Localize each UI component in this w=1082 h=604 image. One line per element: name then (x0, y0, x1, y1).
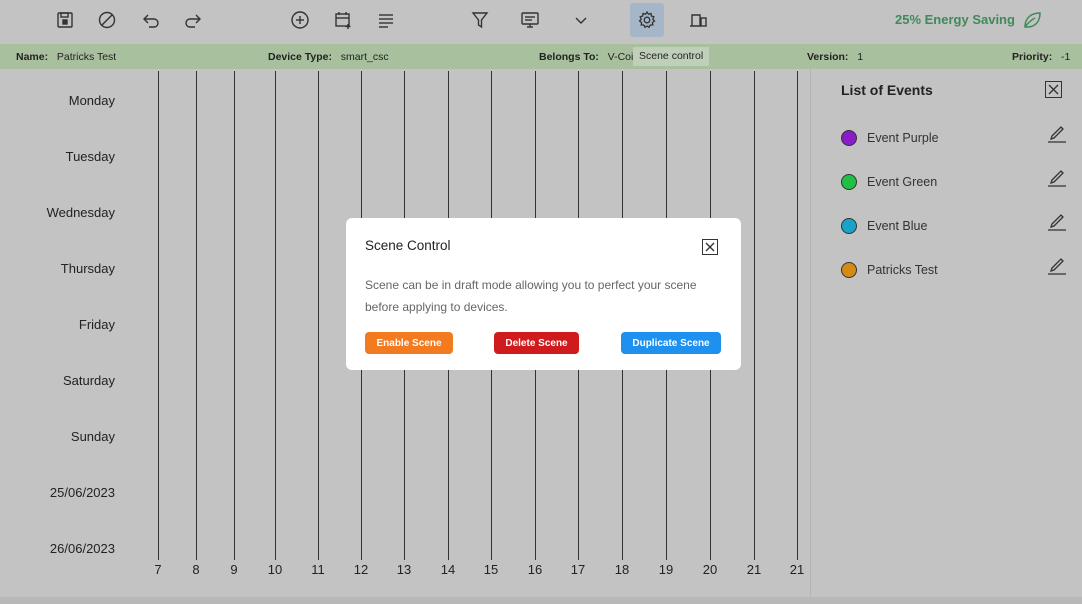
duplicate-scene-button[interactable]: Duplicate Scene (621, 332, 721, 354)
horizontal-scrollbar[interactable] (0, 597, 1082, 604)
edit-icon[interactable] (1046, 121, 1068, 143)
hour-line (797, 71, 798, 560)
event-item[interactable]: Event Green (841, 170, 1066, 192)
hour-label: 9 (230, 562, 238, 577)
day-label: Sunday (70, 429, 115, 444)
close-dialog-button[interactable] (702, 239, 718, 255)
filter-icon[interactable] (466, 6, 494, 34)
tooltip: Scene control (633, 47, 710, 66)
version-value: 1 (857, 51, 864, 63)
redo-icon[interactable] (179, 6, 207, 34)
hour-line (318, 71, 319, 560)
undo-icon[interactable] (137, 6, 165, 34)
event-color-dot (841, 130, 857, 146)
edit-icon[interactable] (1046, 165, 1068, 187)
day-label: 26/06/2023 (49, 541, 115, 556)
day-label: Wednesday (46, 205, 115, 220)
display-icon[interactable] (516, 6, 544, 34)
hour-label: 13 (396, 562, 412, 577)
priority-label: Priority: (1012, 51, 1053, 63)
hour-label: 12 (353, 562, 369, 577)
event-label: Patricks Test (867, 263, 938, 277)
chevron-down-icon[interactable] (567, 6, 595, 34)
hour-line (158, 71, 159, 560)
hour-label: 21 (789, 562, 805, 577)
hour-label: 21 (746, 562, 762, 577)
scene-info-bar: Name: Patricks Test Device Type: smart_c… (0, 44, 1082, 69)
dialog-description: Scene can be in draft mode allowing you … (365, 278, 697, 314)
device-type-value: smart_csc (340, 51, 389, 63)
hour-line (196, 71, 197, 560)
hour-label: 19 (658, 562, 674, 577)
scene-control-dialog: Scene Control Scene can be in draft mode… (346, 218, 741, 370)
hour-label: 11 (311, 562, 325, 577)
day-label: 25/06/2023 (49, 485, 115, 500)
name-label: Name: (16, 51, 49, 63)
hour-line (234, 71, 235, 560)
hour-label: 18 (614, 562, 630, 577)
edit-icon[interactable] (1046, 253, 1068, 275)
list-icon[interactable] (372, 6, 400, 34)
clear-icon[interactable] (93, 6, 121, 34)
hour-label: 14 (440, 562, 456, 577)
day-label: Thursday (60, 261, 115, 276)
hour-label: 7 (154, 562, 162, 577)
day-label: Monday (68, 93, 115, 108)
belongs-to-value: V-Coi (607, 51, 634, 63)
hour-line (754, 71, 755, 560)
event-item[interactable]: Event Purple (841, 126, 1066, 148)
close-icon (1048, 84, 1059, 95)
event-label: Event Purple (867, 131, 939, 145)
hour-label: 17 (570, 562, 586, 577)
event-color-dot (841, 262, 857, 278)
event-color-dot (841, 218, 857, 234)
save-icon[interactable] (51, 6, 79, 34)
day-label: Tuesday (65, 149, 115, 164)
day-label: Friday (78, 317, 115, 332)
close-panel-button[interactable] (1045, 81, 1062, 98)
version-label: Version: (807, 51, 849, 63)
calendar-add-icon[interactable] (329, 6, 357, 34)
delete-scene-button[interactable]: Delete Scene (494, 332, 579, 354)
close-icon (705, 242, 715, 252)
belongs-to-label: Belongs To: (539, 51, 599, 63)
settings-icon[interactable] (630, 3, 664, 37)
panel-title: List of Events (841, 82, 933, 98)
hour-label: 8 (192, 562, 200, 577)
event-item[interactable]: Patricks Test (841, 258, 1066, 280)
event-label: Event Blue (867, 219, 928, 233)
enable-scene-button[interactable]: Enable Scene (365, 332, 453, 354)
hour-line (275, 71, 276, 560)
edit-icon[interactable] (1046, 209, 1068, 231)
device-type-label: Device Type: (268, 51, 332, 63)
toolbar: 25% Energy Saving (0, 0, 1082, 44)
hour-label: 20 (702, 562, 718, 577)
leaf-icon (1024, 12, 1041, 28)
hour-label: 15 (483, 562, 499, 577)
hour-label: 16 (527, 562, 543, 577)
name-value: Patricks Test (56, 51, 117, 63)
dialog-title: Scene Control (365, 238, 451, 253)
event-color-dot (841, 174, 857, 190)
hour-label: 10 (267, 562, 283, 577)
devices-icon[interactable] (684, 6, 712, 34)
energy-saving-label: 25% Energy Saving (895, 12, 1015, 27)
events-panel: List of Events Event Purple Event Green … (810, 69, 1082, 597)
priority-value: -1 (1061, 51, 1071, 63)
day-label: Saturday (62, 373, 115, 388)
event-item[interactable]: Event Blue (841, 214, 1066, 236)
add-circle-icon[interactable] (286, 6, 314, 34)
event-label: Event Green (867, 175, 938, 189)
